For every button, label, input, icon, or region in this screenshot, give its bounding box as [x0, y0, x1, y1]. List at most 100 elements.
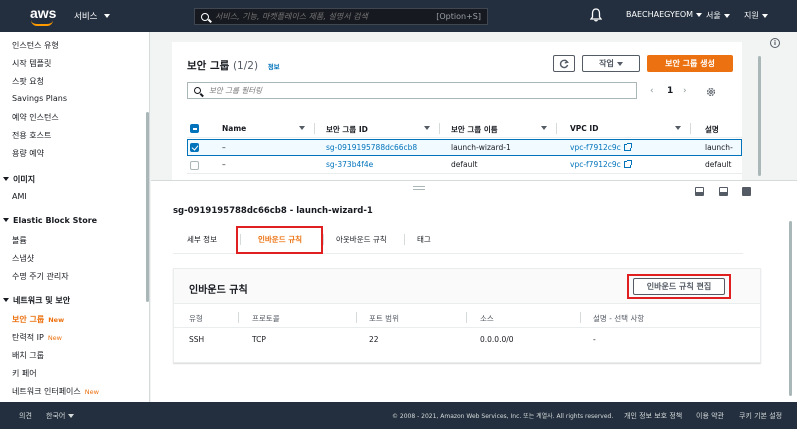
tab-details[interactable]: 세부 정보 [187, 234, 217, 245]
copyright-text: © 2008 - 2021, Amazon Web Services, Inc.… [392, 413, 614, 420]
rule-type: SSH [189, 335, 205, 344]
security-groups-card: 보안 그룹 (1/2) 정보 작업 보안 그룹 생성 ‹ 1 › [172, 42, 761, 187]
column-sg-id[interactable]: 보안 그룹 ID [326, 124, 368, 135]
cell-name: – [222, 143, 226, 152]
external-link-icon [623, 143, 632, 151]
cell-vpc-id[interactable]: vpc-f7912c9c [570, 143, 632, 152]
security-groups-title: 보안 그룹 (1/2) 정보 [187, 60, 280, 72]
aws-logo[interactable]: aws [30, 5, 58, 27]
column-vpc-id[interactable]: VPC ID [570, 124, 598, 133]
row-checkbox[interactable] [190, 143, 199, 152]
column-sg-name[interactable]: 보안 그룹 이름 [451, 124, 498, 135]
sidebar-item-snapshots[interactable]: 스냅샷 [12, 253, 34, 264]
feedback-link[interactable]: 의견 [19, 411, 32, 421]
split-bottom-icon[interactable] [695, 187, 704, 196]
global-search[interactable]: [Option+S] [194, 8, 488, 25]
tab-divider [404, 234, 405, 245]
cookie-preferences-link[interactable]: 쿠키 기본 설정 [739, 411, 782, 421]
create-security-group-button[interactable]: 보안 그룹 생성 [647, 55, 733, 72]
region-menu[interactable]: 서울 [706, 10, 730, 21]
rules-header-divider [174, 327, 760, 328]
cell-vpc-id[interactable]: vpc-f7912c9c [570, 160, 632, 169]
select-all-checkbox[interactable] [190, 124, 199, 133]
support-menu[interactable]: 지원 [744, 10, 768, 21]
column-divider [238, 312, 239, 323]
sort-icon[interactable] [299, 126, 305, 130]
caret-down-icon [3, 177, 9, 181]
caret-down-icon [3, 298, 9, 302]
language-selector[interactable]: 한국어 [46, 411, 75, 421]
column-divider [580, 312, 581, 323]
actions-button[interactable]: 작업 [582, 55, 640, 72]
cell-sg-id[interactable]: sg-373b4f4e [326, 160, 373, 169]
sidebar-section-ebs[interactable]: Elastic Block Store [3, 216, 97, 225]
refresh-button[interactable] [553, 55, 575, 72]
sort-icon[interactable] [541, 126, 547, 130]
prev-page-icon[interactable]: ‹ [650, 86, 654, 96]
sort-icon[interactable] [675, 126, 681, 130]
caret-down-icon [104, 14, 111, 18]
main-content: 보안 그룹 (1/2) 정보 작업 보안 그룹 생성 ‹ 1 › [151, 32, 797, 402]
sidebar-section-images[interactable]: 이미지 [3, 174, 35, 185]
sidebar-item-lifecycle-manager[interactable]: 수명 주기 관리자 [12, 271, 69, 282]
detail-scrollbar[interactable] [789, 221, 792, 396]
new-badge: New [84, 388, 99, 396]
search-input[interactable] [215, 12, 445, 21]
sidebar-item-placement-groups[interactable]: 배치 그룹 [12, 350, 44, 361]
cell-sg-id[interactable]: sg-0919195788dc66cb8 [326, 143, 417, 152]
column-divider [314, 123, 315, 134]
sidebar-item-instance-types[interactable]: 인스턴스 유형 [12, 40, 59, 51]
sidebar-item-ami[interactable]: AMI [12, 192, 27, 201]
sidebar-section-network-security[interactable]: 네트워크 및 보안 [3, 295, 70, 306]
column-divider [439, 123, 440, 134]
page-number[interactable]: 1 [667, 86, 673, 96]
services-menu[interactable]: 서비스 [74, 10, 111, 22]
resize-handle[interactable] [413, 186, 425, 190]
sidebar-item-volumes[interactable]: 볼륨 [12, 235, 27, 246]
sidebar-item-security-groups[interactable]: 보안 그룹 New [12, 314, 64, 325]
info-link[interactable]: 정보 [268, 63, 280, 71]
detail-tabs: 세부 정보 인바운드 규칙 아웃바운드 규칙 태그 [173, 226, 743, 254]
filter-input[interactable] [209, 86, 609, 95]
sort-icon[interactable] [424, 126, 430, 130]
settings-gear-icon[interactable] [706, 87, 716, 97]
button-highlight-box [627, 274, 731, 299]
next-page-icon[interactable]: › [683, 86, 687, 96]
table-row[interactable]: – sg-373b4f4e default vpc-f7912c9c defau… [187, 157, 742, 174]
caret-down-icon [696, 12, 703, 17]
info-panel-icon[interactable]: i [770, 38, 780, 48]
bell-icon[interactable] [590, 8, 602, 22]
sidebar-item-elastic-ip[interactable]: 탄력적 IP New [12, 332, 62, 343]
cell-name: – [222, 160, 226, 169]
table-scrollbar[interactable] [758, 56, 761, 176]
inbound-rules-title: 인바운드 규칙 [189, 285, 248, 296]
split-full-icon[interactable] [742, 187, 751, 196]
sidebar-item-reserved-instances[interactable]: 예약 인스턴스 [12, 112, 59, 123]
tab-tags[interactable]: 태그 [417, 234, 431, 245]
sidebar-item-launch-templates[interactable]: 시작 템플릿 [12, 58, 51, 69]
sidebar-item-savings-plans[interactable]: Savings Plans [12, 94, 67, 103]
column-divider [556, 123, 557, 134]
row-checkbox[interactable] [190, 161, 199, 170]
split-side-icon[interactable] [719, 187, 728, 196]
rule-protocol: TCP [252, 335, 266, 344]
terms-link[interactable]: 이용 약관 [696, 411, 724, 421]
detail-title: sg-0919195788dc66cb8 - launch-wizard-1 [173, 206, 373, 216]
privacy-link[interactable]: 개인 정보 보호 정책 [624, 411, 682, 421]
sidebar-item-network-interfaces[interactable]: 네트워크 인터페이스 New [12, 386, 99, 397]
sidebar-item-spot-requests[interactable]: 스팟 요청 [12, 76, 44, 87]
security-group-filter[interactable] [187, 82, 637, 99]
sidebar-item-capacity-reservations[interactable]: 용량 예약 [12, 148, 44, 159]
column-description[interactable]: 설명 [705, 124, 719, 135]
sidebar-scrollbar[interactable] [146, 112, 149, 302]
sidebar-item-dedicated-hosts[interactable]: 전용 호스트 [12, 130, 51, 141]
external-link-icon [623, 160, 632, 168]
column-name[interactable]: Name [222, 124, 246, 133]
tab-divider [323, 234, 324, 245]
column-divider [466, 312, 467, 323]
tab-outbound-rules[interactable]: 아웃바운드 규칙 [336, 234, 387, 245]
account-menu[interactable]: BAECHAEGYEOM [626, 10, 703, 19]
cell-sg-name: default [451, 160, 478, 169]
sidebar-item-key-pairs[interactable]: 키 페어 [12, 368, 37, 379]
table-row[interactable]: – sg-0919195788dc66cb8 launch-wizard-1 v… [187, 139, 742, 156]
